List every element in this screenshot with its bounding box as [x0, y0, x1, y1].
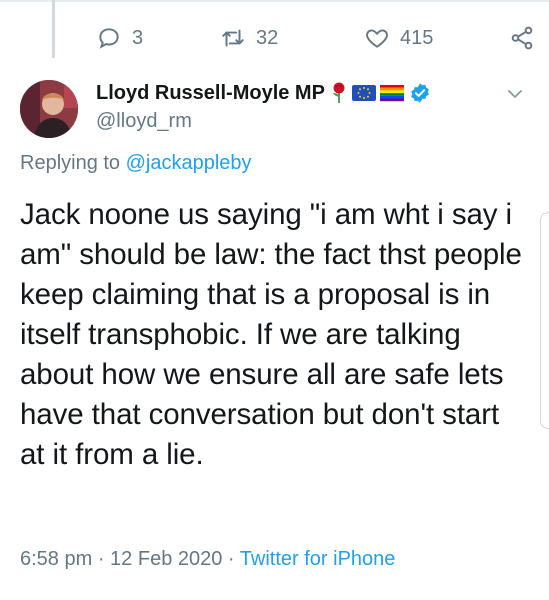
avatar[interactable] — [20, 80, 78, 138]
tweet-metadata: 6:58 pm · 12 Feb 2020 · Twitter for iPho… — [20, 548, 395, 571]
previous-tweet-actions: 3 32 415 — [96, 18, 535, 58]
retweet-button[interactable]: 32 — [220, 25, 278, 51]
author-badges — [331, 82, 431, 104]
share-icon — [511, 26, 533, 50]
heart-icon — [366, 29, 388, 48]
rose-icon — [332, 82, 345, 103]
replying-to-label: Replying to — [20, 152, 121, 174]
avatar-photo — [20, 80, 78, 138]
chevron-down-icon[interactable] — [505, 84, 525, 104]
meta-separator: · — [222, 548, 240, 570]
author-name-row: Lloyd Russell-Moyle MP — [96, 80, 431, 106]
replying-to-line: Replying to @jackappleby — [20, 152, 252, 175]
tweet-source[interactable]: Twitter for iPhone — [240, 548, 396, 570]
verified-badge-icon — [411, 83, 429, 103]
retweet-count: 32 — [256, 26, 279, 49]
scrollbar-edge[interactable] — [540, 212, 549, 429]
author-handle[interactable]: @lloyd_rm — [96, 110, 431, 133]
tweet-text: Jack noone us saying "i am wht i say i a… — [20, 198, 522, 471]
reply-count: 3 — [132, 26, 144, 49]
reply-button[interactable]: 3 — [96, 25, 143, 51]
meta-separator: · — [92, 548, 111, 570]
tweet-time[interactable]: 6:58 pm — [20, 548, 92, 570]
like-button[interactable]: 415 — [364, 25, 433, 51]
author-display-name[interactable]: Lloyd Russell-Moyle MP — [96, 82, 325, 105]
rainbow-flag-icon — [379, 85, 404, 102]
retweet-icon — [222, 29, 244, 47]
share-button[interactable] — [509, 25, 535, 51]
replying-to-mention[interactable]: @jackappleby — [126, 152, 252, 174]
tweet-date[interactable]: 12 Feb 2020 — [110, 548, 222, 570]
tweet-author: Lloyd Russell-Moyle MP @lloyd_rm — [96, 80, 431, 133]
thread-connector-line — [52, 0, 55, 58]
like-count: 415 — [400, 26, 434, 49]
reply-icon — [99, 28, 119, 49]
eu-flag-icon — [351, 85, 376, 101]
top-divider — [0, 0, 549, 2]
